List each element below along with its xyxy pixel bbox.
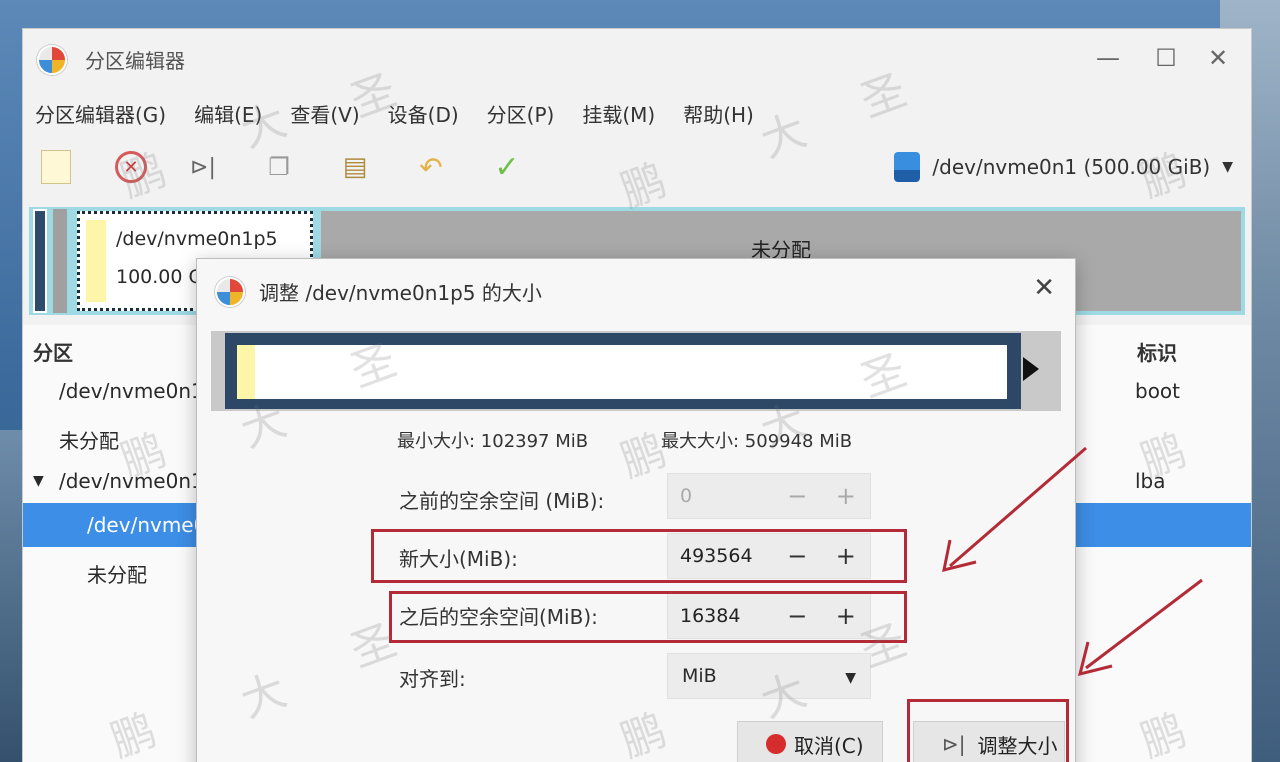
arrow-head-resize-button	[1077, 641, 1113, 677]
arrow-head-new-size	[942, 539, 977, 573]
arrow-to-resize-button	[1085, 578, 1203, 670]
arrow-to-new-size	[949, 446, 1087, 568]
annotation-arrows	[942, 446, 1203, 677]
